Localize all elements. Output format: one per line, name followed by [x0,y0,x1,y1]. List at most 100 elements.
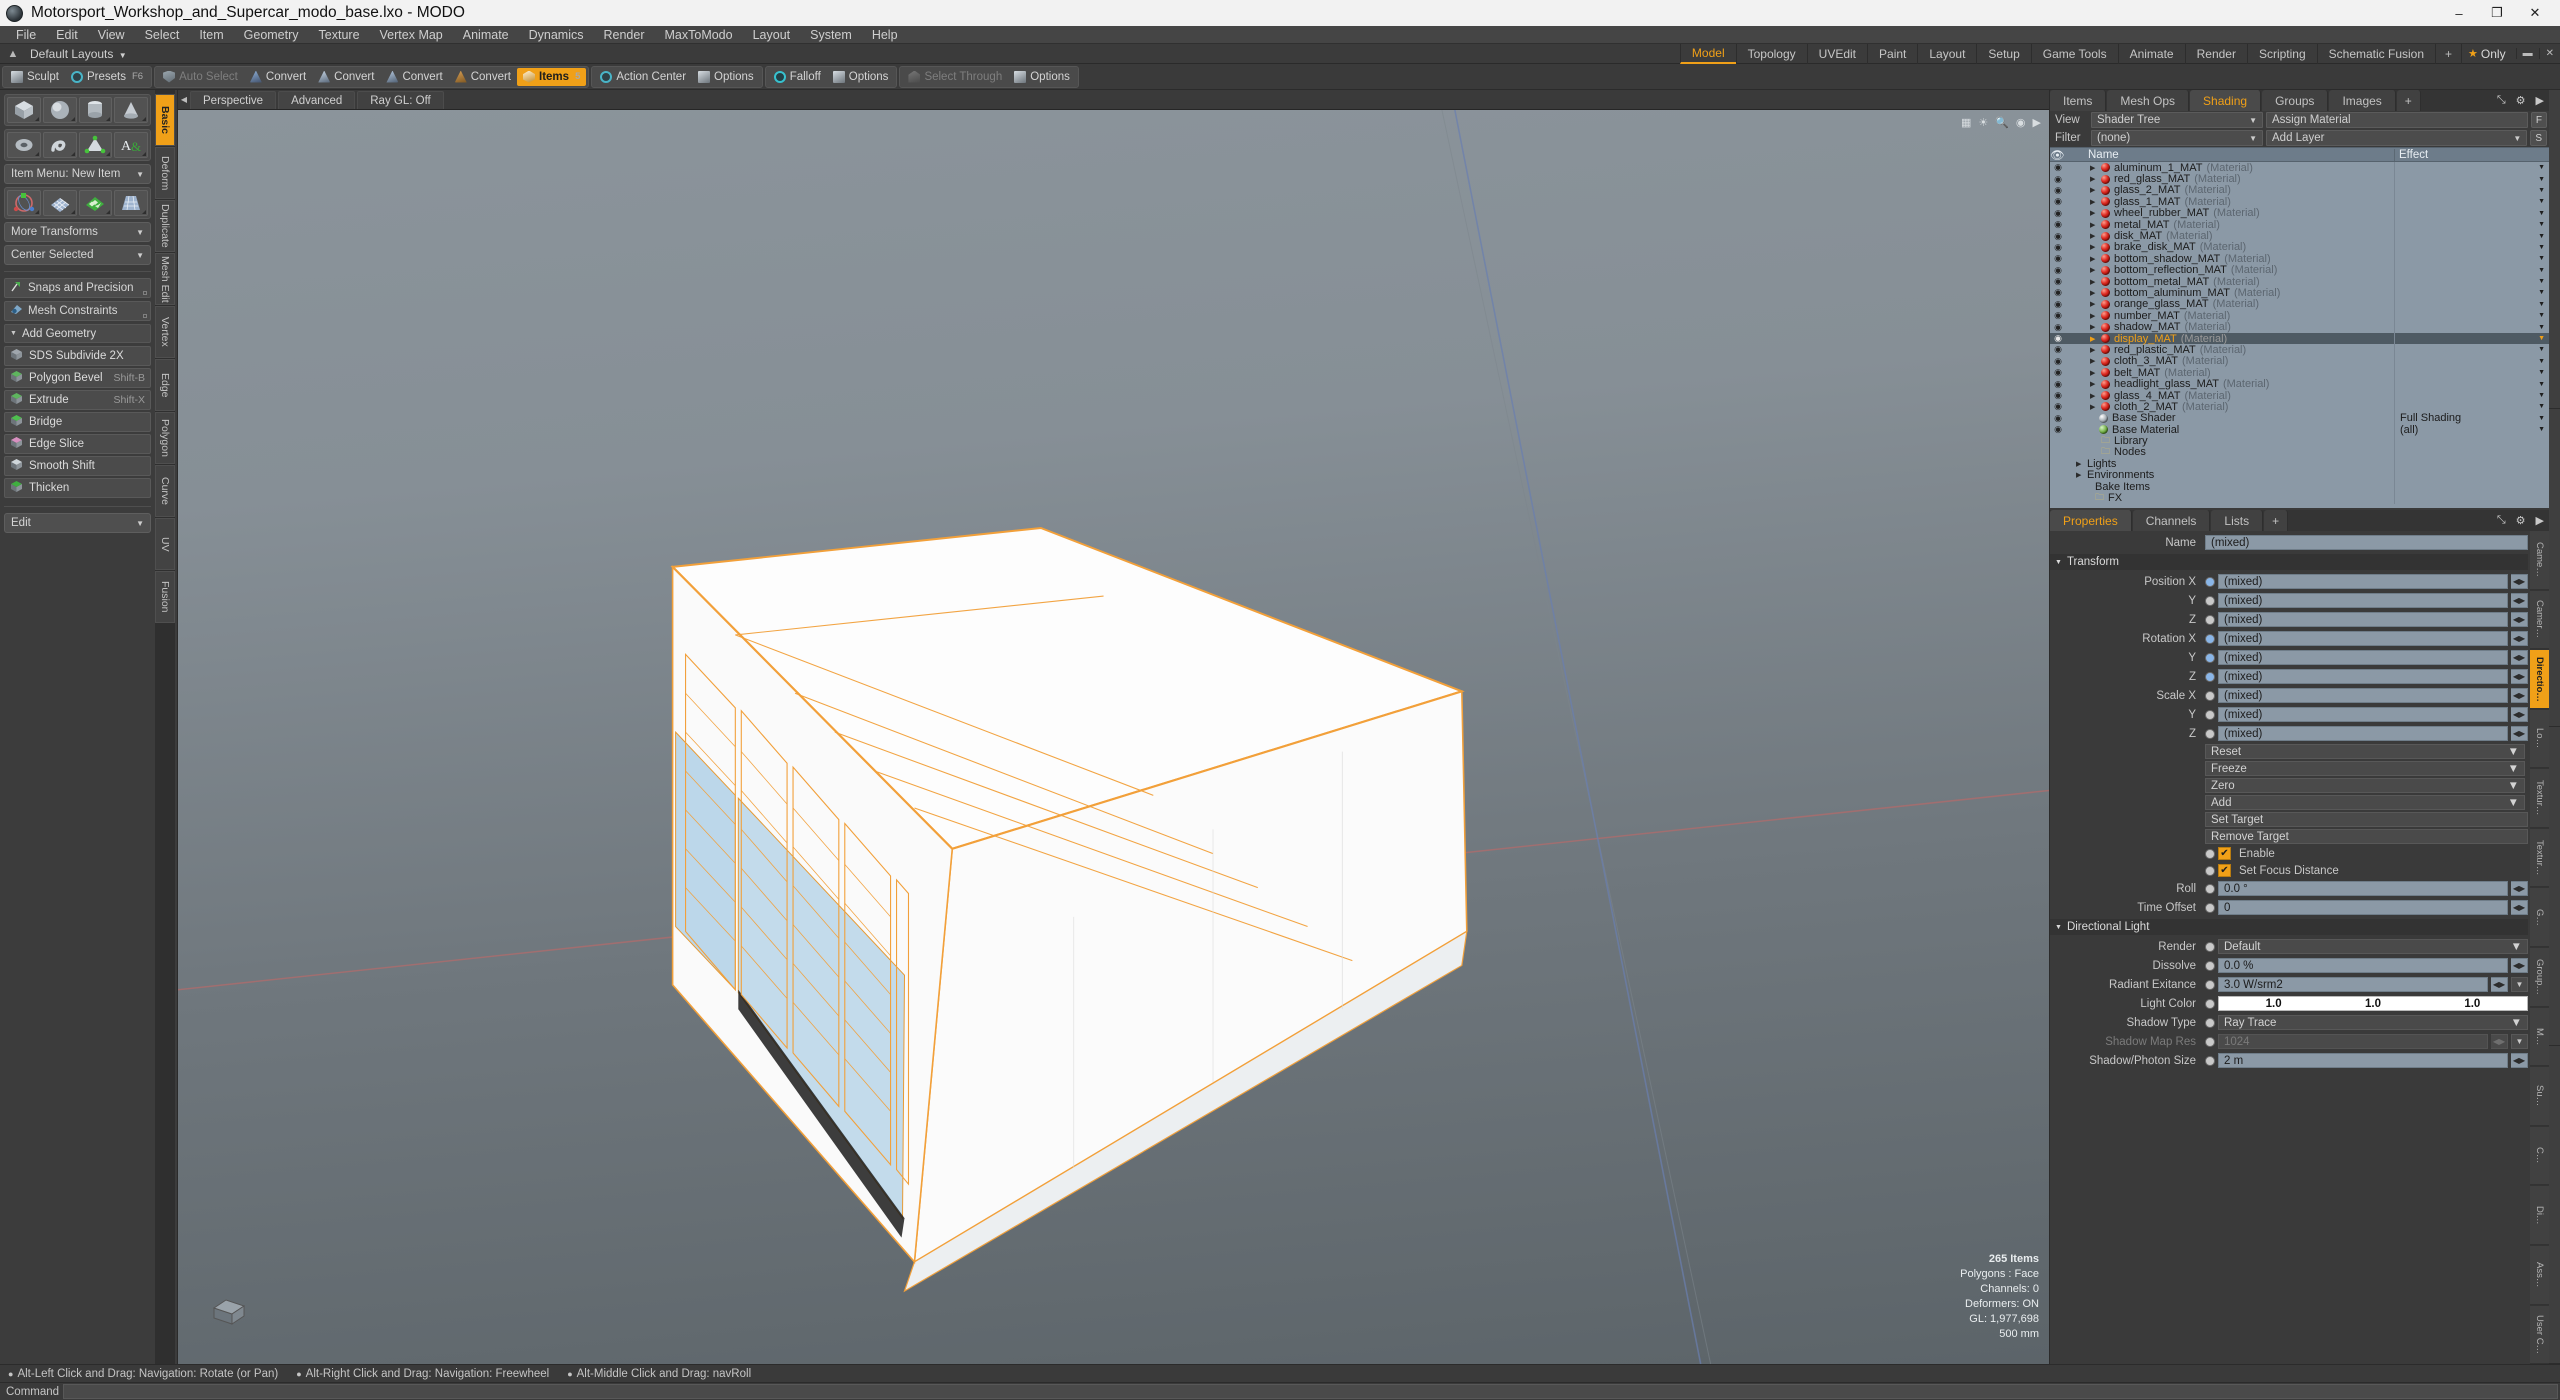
directional-light-section-header[interactable]: ▼ Directional Light [2050,919,2528,935]
visibility-icon[interactable]: ◉ [2050,242,2066,253]
channel-dot-icon[interactable] [2205,1017,2215,1028]
menu-item-view[interactable]: View [88,26,135,44]
panel-minimize-icon[interactable]: ▬ [2515,48,2539,59]
primitive-torus-icon[interactable] [7,132,41,158]
shading-tab-+[interactable]: + [2396,90,2421,111]
primitive-mesh-icon[interactable] [78,132,113,158]
more-transforms-dropdown[interactable]: More Transforms ▼ [4,222,151,242]
properties-tab-channels[interactable]: Channels [2132,510,2211,531]
left-tab-edge[interactable]: Edge [155,359,175,411]
visibility-icon[interactable]: ◉ [2050,401,2066,412]
expand-triangle-icon[interactable]: ▶ [2090,289,2101,297]
transform-value-field[interactable]: (mixed) [2218,574,2508,589]
property-tab-5[interactable]: Textur… [2530,828,2549,888]
assign-material-f-button[interactable]: F [2530,112,2547,128]
channel-dot-icon[interactable] [2205,595,2215,606]
name-field[interactable]: (mixed) [2205,535,2528,550]
visibility-icon[interactable]: ◉ [2050,265,2066,276]
channel-dot-icon[interactable] [2205,690,2215,701]
menu-item-dynamics[interactable]: Dynamics [519,26,594,44]
viewport-tab-ray-gl-off[interactable]: Ray GL: Off [357,90,444,109]
minimize-button[interactable]: – [2440,1,2478,25]
property-tab-13[interactable]: User C… [2530,1305,2549,1365]
expand-triangle-icon[interactable]: ▶ [2090,323,2101,331]
expand-triangle-icon[interactable]: ▶ [2090,278,2101,286]
through-select-through-button[interactable]: Select Through [902,68,1008,86]
assign-material-button[interactable]: Assign Material [2266,112,2528,128]
shader-tree-row-belt_MAT[interactable]: ◉ ▶ belt_MAT (Material) ▼ [2050,367,2549,379]
visibility-icon[interactable]: ◉ [2050,367,2066,378]
visibility-icon[interactable]: ◉ [2050,196,2066,207]
shading-tab-shading[interactable]: Shading [2190,90,2262,111]
effect-cell[interactable]: ▼ [2394,162,2549,174]
left-tab-vertex[interactable]: Vertex [155,306,175,358]
channel-dot-icon[interactable] [2205,979,2215,990]
expand-triangle-icon[interactable]: ▶ [2090,164,2101,172]
gear-icon[interactable]: ⚙ [2511,510,2531,531]
shader-tree-row-disk_MAT[interactable]: ◉ ▶ disk_MAT (Material) ▼ [2050,230,2549,242]
geometry-op-smooth-shift-button[interactable]: Smooth Shift [4,456,151,476]
effect-cell[interactable]: ▼ [2394,344,2549,356]
properties-tab-properties[interactable]: Properties [2050,510,2132,531]
properties-tab-lists[interactable]: Lists [2211,510,2264,531]
geometry-op-edge-slice-button[interactable]: Edge Slice [4,434,151,454]
home-icon[interactable]: ▲ [4,48,22,60]
chevron-down-icon[interactable]: ▼ [2511,977,2528,992]
left-tab-curve[interactable]: Curve [155,465,175,517]
shader-tree-row-aluminum_1_MAT[interactable]: ◉ ▶ aluminum_1_MAT (Material) ▼ [2050,162,2549,174]
chevron-down-icon[interactable]: ▼ [2538,278,2545,285]
visibility-icon[interactable]: ◉ [2050,413,2066,424]
transform-action-dropdown[interactable]: Add ▼ [2205,795,2525,810]
expand-triangle-icon[interactable]: ▶ [2090,403,2101,411]
layout-tab-uvedit[interactable]: UVEdit [1806,43,1867,64]
add-geometry-header[interactable]: ▼ Add Geometry [4,324,151,343]
menu-item-animate[interactable]: Animate [453,26,519,44]
property-tab-6[interactable]: G… [2530,888,2549,948]
spinner-icon[interactable]: ◀▶ [2511,1053,2528,1068]
spinner-icon[interactable]: ◀▶ [2511,881,2528,896]
shader-tree-row-glass_2_MAT[interactable]: ◉ ▶ glass_2_MAT (Material) ▼ [2050,184,2549,196]
default-layouts-dropdown[interactable]: Default Layouts ▼ [22,47,135,61]
gear-icon[interactable]: ⚙ [2511,90,2531,111]
spinner-icon[interactable]: ◀▶ [2511,669,2528,684]
channel-dot-icon[interactable] [2205,1036,2215,1047]
effect-cell[interactable]: ▼ [2394,378,2549,390]
channel-dot-icon[interactable] [2205,902,2215,913]
chevron-down-icon[interactable]: ▼ [2538,198,2545,205]
chevron-down-icon[interactable]: ▼ [2538,255,2545,262]
shader-tree-row-bottom_metal_MAT[interactable]: ◉ ▶ bottom_metal_MAT (Material) ▼ [2050,276,2549,288]
chevron-down-icon[interactable]: ▼ [2538,381,2545,388]
shader-tree-row-glass_4_MAT[interactable]: ◉ ▶ glass_4_MAT (Material) ▼ [2050,390,2549,402]
spinner-icon[interactable]: ◀▶ [2511,900,2528,915]
add-layout-tab-button[interactable]: + [2435,43,2461,64]
effect-cell[interactable]: ▼ [2394,355,2549,368]
menu-item-file[interactable]: File [6,26,46,44]
selection-items-button[interactable]: Items 5 [517,67,587,86]
shader-tree-folder-nodes[interactable]: 🗀 Nodes [2050,446,2549,458]
expand-triangle-icon[interactable]: ▶ [2090,300,2101,308]
property-tab-1[interactable]: Camer… [2530,590,2549,650]
layout-tab-setup[interactable]: Setup [1976,43,2030,64]
selection-convert-button[interactable]: Convert [244,68,312,86]
expand-triangle-icon[interactable]: ▶ [2090,255,2101,263]
effect-cell[interactable]: ▼ [2394,298,2549,311]
layout-tab-game-tools[interactable]: Game Tools [2030,43,2118,64]
toolbar-presets-button[interactable]: Presets F6 [65,68,149,86]
effect-cell[interactable]: ▼ [2394,207,2549,219]
effect-cell[interactable]: ▼ [2394,367,2549,379]
toolbar-sculpt-button[interactable]: Sculpt [5,68,65,86]
expand-triangle-icon[interactable]: ▶ [2090,357,2101,365]
transform-value-field[interactable]: (mixed) [2218,726,2508,741]
maximize-button[interactable]: ❐ [2478,1,2516,25]
effect-cell[interactable]: ▼ [2394,310,2549,322]
chevron-down-icon[interactable]: ▼ [2538,426,2545,433]
command-input[interactable] [63,1384,2558,1399]
expand-triangle-icon[interactable]: ▶ [2090,392,2101,400]
layout-tab-schematic-fusion[interactable]: Schematic Fusion [2316,43,2435,64]
expand-icon[interactable]: ⤡ [2492,510,2511,531]
spinner-icon[interactable]: ◀▶ [2511,650,2528,665]
effect-cell[interactable] [2394,469,2549,481]
shader-tree-group-lights[interactable]: ▶ Lights [2050,458,2549,470]
channel-dot-icon[interactable] [2205,709,2215,720]
set-target-button[interactable]: Set Target [2205,812,2528,827]
